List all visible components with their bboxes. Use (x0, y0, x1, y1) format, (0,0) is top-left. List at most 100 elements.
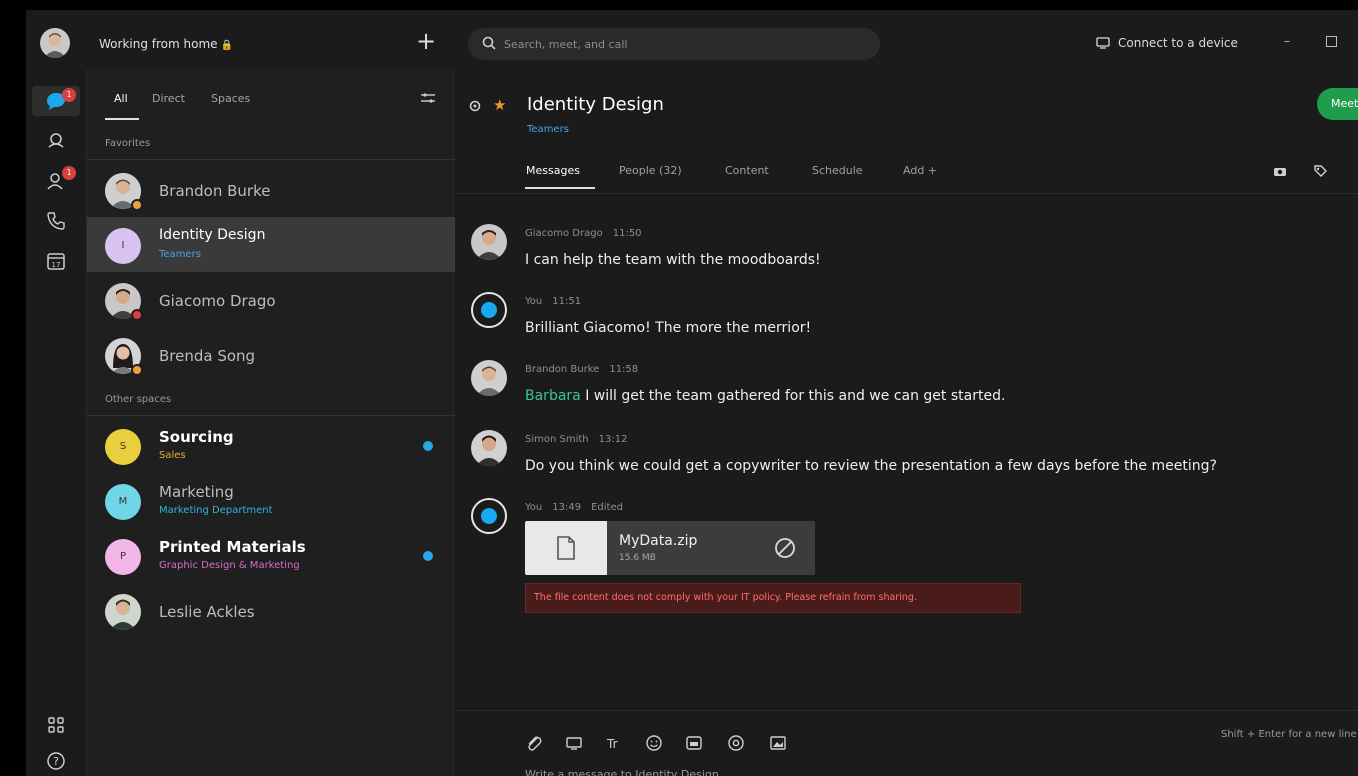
screen-share-icon[interactable] (565, 734, 583, 752)
help-nav-button[interactable]: ? (38, 746, 74, 776)
lock-icon: 🔒 (220, 40, 233, 51)
conversation-name: Sourcing (159, 428, 234, 446)
apps-nav-button[interactable] (38, 710, 74, 740)
new-conversation-button[interactable]: + (414, 29, 438, 54)
message-meta: Giacomo Drago 11:50 (525, 228, 652, 239)
meetings-nav-button[interactable]: 17 (38, 246, 74, 276)
space-title: Identity Design (527, 94, 664, 115)
image-icon[interactable] (769, 734, 787, 752)
space-avatar: I (105, 228, 141, 264)
contacts-nav-button[interactable]: 1 (38, 166, 76, 196)
tab-schedule[interactable]: Schedule (812, 164, 863, 177)
conversation-item-leslie-ackles[interactable]: Leslie Ackles (87, 583, 455, 638)
camera-icon[interactable] (1273, 164, 1287, 178)
message-meta: Simon Smith 13:12 (525, 434, 637, 445)
conversation-item-sourcing[interactable]: S Sourcing Sales (87, 418, 455, 473)
avatar (471, 430, 507, 466)
tab-messages[interactable]: Messages (526, 164, 580, 177)
filter-spaces[interactable]: Spaces (211, 92, 250, 105)
self-avatar (471, 498, 507, 534)
message-time: 13:49 (552, 502, 582, 513)
conversation-name: Identity Design (159, 227, 266, 243)
filter-direct[interactable]: Direct (152, 92, 185, 105)
contacts-badge: 1 (62, 166, 76, 180)
file-thumbnail (525, 521, 607, 575)
conversation-item-brenda-song[interactable]: Brenda Song (87, 327, 455, 382)
conversation-subtitle: Sales (159, 450, 186, 461)
message-time: 11:50 (612, 228, 642, 239)
conversation-item-printed-materials[interactable]: P Printed Materials Graphic Design & Mar… (87, 528, 455, 583)
tab-content[interactable]: Content (725, 164, 769, 177)
file-attachment[interactable]: MyData.zip 15.6 MB (525, 521, 815, 575)
presence-dnd-icon (131, 309, 143, 321)
calendar-icon: 17 (47, 253, 65, 270)
conversation-item-giacomo-drago[interactable]: Giacomo Drago (87, 272, 455, 327)
message-author: Simon Smith (525, 434, 589, 445)
messaging-nav-button[interactable]: 1 (32, 86, 80, 116)
status-text[interactable]: Working from home 🔒 (99, 37, 233, 51)
mention-icon[interactable] (727, 734, 745, 752)
conversation-subtitle: Teamers (159, 249, 201, 260)
message-input[interactable] (525, 767, 925, 776)
teams-nav-button[interactable] (38, 126, 74, 156)
policy-warning-banner: The file content does not comply with yo… (525, 583, 1021, 613)
filter-underline (105, 118, 139, 120)
settings-dot-icon[interactable] (469, 100, 481, 112)
grid-icon (48, 717, 64, 733)
presence-away-icon (131, 199, 143, 211)
file-icon (557, 536, 575, 560)
maximize-button[interactable] (1326, 36, 1337, 47)
mention-link[interactable]: Barbara (525, 388, 581, 404)
conversation-name: Printed Materials (159, 538, 306, 556)
file-size: 15.6 MB (619, 553, 656, 563)
emoji-icon[interactable] (645, 734, 663, 752)
message-meta: You 13:49 Edited (525, 502, 633, 513)
conversation-name: Giacomo Drago (159, 292, 276, 310)
space-team-label[interactable]: Teamers (527, 124, 569, 135)
webex-app-window: Working from home🔒 + Connect to a device… (26, 10, 1358, 776)
filter-icon[interactable] (420, 92, 436, 104)
meet-button[interactable]: Meet (1317, 88, 1358, 120)
self-avatar (471, 292, 507, 328)
filter-tabs: All Direct Spaces (87, 70, 455, 120)
tab-add[interactable]: Add + (903, 164, 937, 177)
tab-people[interactable]: People (32) (619, 164, 682, 177)
gif-icon[interactable] (685, 734, 703, 752)
help-icon: ? (47, 752, 65, 770)
title-bar: Working from home🔒 + Connect to a device… (26, 10, 1358, 70)
message-author: You (525, 296, 543, 307)
file-name: MyData.zip (619, 533, 698, 549)
connect-label: Connect to a device (1118, 36, 1238, 50)
conversation-item-brandon-burke[interactable]: Brandon Burke (87, 162, 455, 217)
message-time: 11:51 (552, 296, 582, 307)
message-time: 13:12 (598, 434, 628, 445)
attach-icon[interactable] (525, 734, 543, 752)
section-divider (87, 415, 455, 416)
message-body: I will get the team gathered for this an… (580, 388, 1006, 404)
message-meta: You 11:51 (525, 296, 591, 307)
favorite-star-icon[interactable]: ★ (493, 96, 506, 114)
favorites-label: Favorites (105, 138, 151, 149)
text-format-icon[interactable]: Tr (605, 734, 623, 752)
filter-all[interactable]: All (114, 92, 128, 105)
presence-away-icon (131, 364, 143, 376)
avatar (105, 594, 141, 630)
user-avatar[interactable] (40, 28, 70, 58)
message-author: Giacomo Drago (525, 228, 603, 239)
svg-text:?: ? (53, 755, 59, 768)
connect-device-button[interactable]: Connect to a device (1096, 36, 1238, 50)
minimize-button[interactable]: – (1284, 34, 1298, 48)
phone-icon (47, 212, 65, 230)
conversation-item-marketing[interactable]: M Marketing Marketing Department (87, 473, 455, 528)
search-input[interactable] (504, 28, 864, 60)
calling-nav-button[interactable] (38, 206, 74, 236)
tag-icon[interactable] (1313, 164, 1327, 178)
message-text: Barbara I will get the team gathered for… (525, 388, 1005, 404)
conversation-item-identity-design[interactable]: I Identity Design Teamers (87, 217, 455, 272)
blocked-icon (775, 538, 795, 558)
message-time: 11:58 (609, 364, 639, 375)
left-rail: 1 1 17 ? (26, 70, 86, 776)
search-bar[interactable] (468, 28, 880, 60)
conversation-name: Brandon Burke (159, 182, 271, 200)
conversation-name: Brenda Song (159, 347, 256, 365)
